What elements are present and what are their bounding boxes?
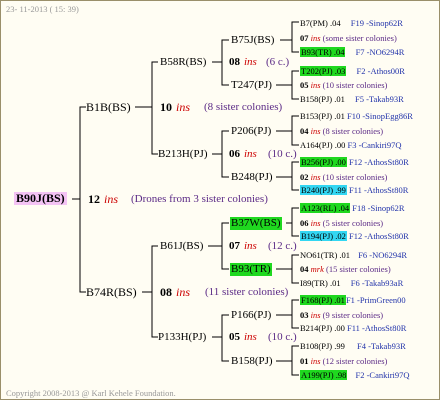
gen3-name[interactable]: B93(TR) — [230, 263, 272, 276]
right-ins-line: 01 ins (12 sister colonies) — [300, 356, 388, 366]
root-note: (Drones from 3 sister colonies) — [131, 193, 268, 205]
gen2-name[interactable]: P133H(PJ) — [158, 331, 206, 344]
gen2-note: (12 c.) — [268, 240, 297, 252]
right-entry[interactable]: T202(PJ) .03 F2 -Athos00R — [300, 65, 405, 78]
root-ins-count: 12 — [88, 192, 100, 206]
gen2-note: (6 c.) — [266, 56, 290, 68]
gen2-ins-count: 06 — [229, 148, 240, 160]
right-ins-line: 06 ins (5 sister colonies) — [300, 218, 384, 228]
right-entry[interactable]: A123(RL) .04 F18 -Sinop62R — [300, 202, 405, 215]
gen3-name[interactable]: B158(PJ) — [231, 355, 273, 368]
right-entry[interactable]: NO61(TR) .01 F6 -NO6294R — [300, 249, 407, 262]
gen1-note: (11 sister colonies) — [205, 286, 289, 298]
gen1-ins-label: ins — [176, 100, 191, 114]
gen1-note: (8 sister colonies) — [204, 101, 283, 113]
right-entry[interactable]: A164(PJ) .00 F3 -Cankiri97Q — [300, 139, 402, 152]
gen2-name[interactable]: B213H(PJ) — [158, 148, 208, 161]
root-queen[interactable]: B90J(BS) — [14, 192, 67, 205]
right-entry[interactable]: A199(PJ) .98 F2 -Cankiri97Q — [300, 369, 410, 382]
gen1-name[interactable]: B1B(BS) — [86, 101, 131, 114]
right-entry[interactable]: B214(PJ) .00 F11 -AthosSt80R — [300, 322, 406, 335]
gen2-note: (10 c.) — [268, 148, 297, 160]
gen3-name[interactable]: B248(PJ) — [231, 171, 273, 184]
right-entry[interactable]: I89(TR) .01 F6 -Takab93aR — [300, 277, 403, 290]
gen2-name[interactable]: B58R(BS) — [160, 56, 206, 69]
gen2-ins-count: 08 — [229, 56, 240, 68]
right-entry[interactable]: B256(PJ) .00 F12 -AthosSt80R — [300, 156, 409, 169]
gen2-ins-count: 05 — [229, 331, 240, 343]
timestamp: 23- 11-2013 ( 15: 39) — [6, 4, 79, 14]
gen3-name[interactable]: B75J(BS) — [231, 34, 274, 47]
gen3-name[interactable]: T247(PJ) — [231, 79, 272, 92]
right-entry[interactable]: B240(PJ) .99 F11 -AthosSt80R — [300, 184, 408, 197]
gen2-note: (10 c.) — [268, 331, 297, 343]
gen3-name[interactable]: P206(PJ) — [231, 125, 271, 138]
right-entry[interactable]: B194(PJ) .02 F12 -AthosSt80R — [300, 230, 409, 243]
gen1-ins-count: 08 — [160, 285, 172, 299]
gen1-name[interactable]: B74R(BS) — [86, 286, 137, 299]
gen2-name[interactable]: B61J(BS) — [160, 240, 203, 253]
right-entry[interactable]: B158(PJ) .01 F5 -Takab93R — [300, 93, 404, 106]
gen1-ins-label: ins — [176, 285, 191, 299]
right-entry[interactable]: B108(PJ) .99 F4 -Takab93R — [300, 340, 406, 353]
right-ins-line: 04 mrk (15 sister colonies) — [300, 264, 391, 274]
right-entry[interactable]: B153(PJ) .01 F10 -SinopEgg86R — [300, 110, 413, 123]
gen2-ins-label: ins — [244, 240, 257, 252]
gen1-ins-count: 10 — [160, 100, 172, 114]
gen2-ins-label: ins — [244, 331, 257, 343]
right-ins-line: 05 ins (10 sister colonies) — [300, 80, 388, 90]
root-ins-label: ins — [104, 192, 119, 206]
right-entry[interactable]: B93(TR) .04 F7 -NO6294R — [300, 46, 404, 59]
right-ins-line: 03 ins (9 sister colonies) — [300, 310, 384, 320]
right-entry[interactable]: B7(PM) .04 F19 -Sinop62R — [300, 17, 403, 30]
right-entry[interactable]: F168(PJ) .01F1 -PrimGreen00 — [300, 294, 406, 307]
gen2-ins-label: ins — [244, 56, 257, 68]
gen3-name[interactable]: P166(PJ) — [231, 309, 271, 322]
copyright: Copyright 2008-2013 @ Karl Kehele Founda… — [6, 388, 176, 398]
right-ins-line: 07 ins (some sister colonies) — [300, 33, 397, 43]
right-ins-line: 02 ins (10 sister colonies) — [300, 172, 388, 182]
gen2-ins-label: ins — [244, 148, 257, 160]
gen2-ins-count: 07 — [229, 240, 240, 252]
gen3-name[interactable]: B37W(BS) — [230, 217, 282, 230]
right-ins-line: 04 ins (8 sister colonies) — [300, 126, 384, 136]
